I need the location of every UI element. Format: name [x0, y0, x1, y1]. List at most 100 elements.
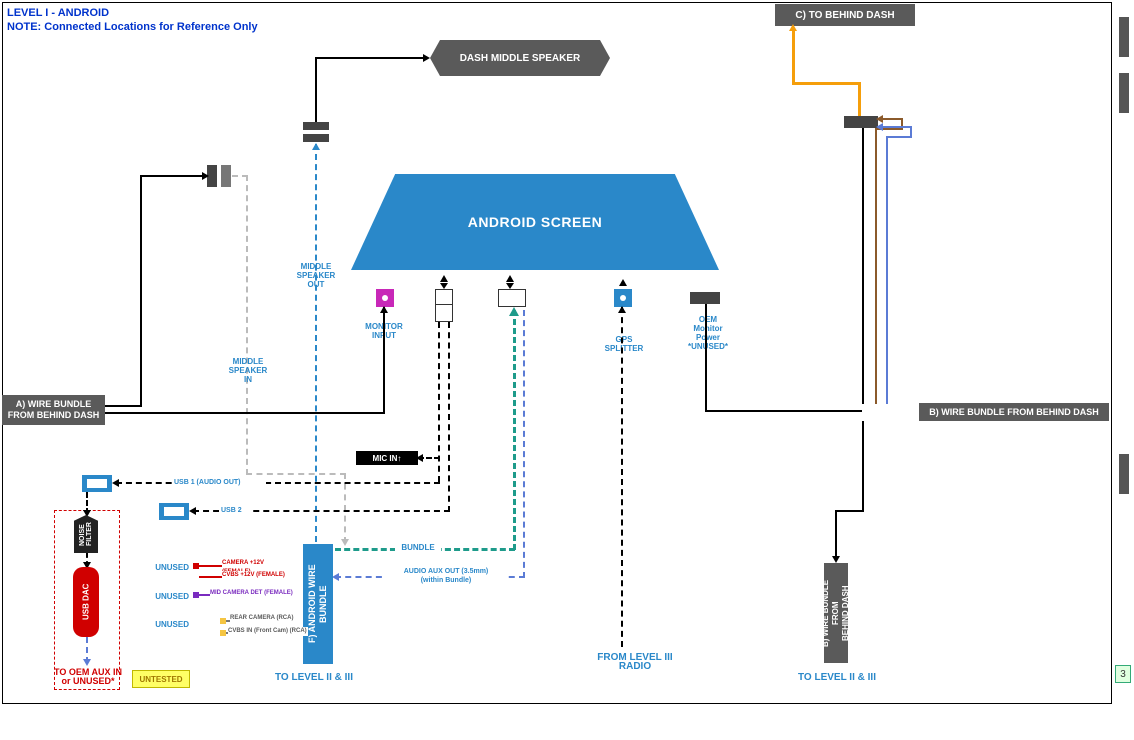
untested-badge: UNTESTED — [132, 670, 190, 688]
wire-black — [315, 57, 317, 122]
to-behind-dash-box: C) TO BEHIND DASH — [775, 4, 915, 26]
page: LEVEL I - ANDROID NOTE: Connected Locati… — [0, 0, 1134, 740]
to-oem-aux-label: TO OEM AUX IN or UNUSED* — [44, 668, 132, 686]
arrow-down-icon — [832, 556, 840, 563]
arrow-right-icon — [202, 172, 209, 180]
dash-middle-speaker: DASH MIDDLE SPEAKER — [430, 40, 610, 76]
wire-dashed-black — [116, 482, 440, 484]
usb1-label: USB 1 (AUDIO OUT) — [172, 478, 266, 487]
wire-blue — [886, 136, 912, 138]
to-level-right: TO LEVEL II & III — [798, 672, 876, 683]
scroll-indicator — [1119, 73, 1129, 113]
screen-port-b — [498, 289, 526, 307]
arrow-up-icon — [380, 306, 388, 313]
usb-dac: USB DAC — [73, 567, 99, 637]
arrow-down-icon — [440, 283, 448, 289]
unused-label: UNUSED — [149, 620, 189, 629]
usb2-label: USB 2 — [219, 506, 253, 515]
arrow-up-icon — [440, 275, 448, 282]
usb2-port — [159, 503, 189, 520]
wire-bundle-a-bar: A) WIRE BUNDLE FROM BEHIND DASH — [2, 395, 105, 425]
connector-block — [844, 116, 878, 128]
wire-black — [140, 175, 142, 407]
wire-black — [862, 421, 864, 511]
arrow-up-icon — [312, 143, 320, 150]
middle-speaker-out-plug — [303, 122, 329, 142]
wire-blue — [886, 136, 888, 404]
midcam-label: MID CAMERA DET (FEMALE) — [210, 589, 300, 598]
header-note: LEVEL I - ANDROID NOTE: Connected Locati… — [7, 6, 258, 34]
android-screen: ANDROID SCREEN — [351, 174, 719, 270]
mic-in-label: MIC IN↑ — [356, 451, 418, 465]
wire-black — [315, 57, 425, 59]
usb1-port — [82, 475, 112, 492]
arrow-down-icon — [341, 539, 349, 546]
unused-label: UNUSED — [149, 563, 189, 572]
wire-dashed-black — [621, 307, 623, 647]
arrow-up-icon — [619, 279, 627, 286]
arrow-left-icon — [189, 507, 196, 515]
scroll-indicator — [1119, 17, 1129, 57]
oem-monitor-power-plug — [690, 292, 720, 304]
arrow-left-icon — [876, 115, 883, 123]
wire-orange — [858, 82, 861, 116]
wire-dashed-black — [448, 322, 450, 512]
arrow-down-icon — [506, 283, 514, 289]
arrow-left-icon — [112, 479, 119, 487]
noise-filter: NOISE FILTER — [74, 515, 98, 553]
wire-black — [862, 128, 864, 404]
wire-black — [705, 304, 707, 412]
arrow-up-icon — [509, 307, 519, 316]
to-level-left: TO LEVEL II & III — [275, 672, 353, 683]
wire-orange — [792, 28, 795, 84]
wire-dashed-gray — [232, 175, 248, 177]
bundle-label: BUNDLE — [395, 543, 441, 552]
unused-label: UNUSED — [149, 592, 189, 601]
middle-speaker-in-label: MIDDLE SPEAKER IN — [225, 357, 271, 384]
usb-dac-label: USB DAC — [82, 584, 91, 620]
bar-a-line1: A) WIRE BUNDLE — [16, 399, 92, 410]
screen-port-a2 — [435, 304, 453, 322]
gps-splitter-label: GPS SPLITTER — [603, 335, 645, 353]
rearcam-label: REAR CAMERA (RCA) — [230, 614, 300, 623]
arrow-up-icon — [618, 306, 626, 313]
wire-black — [140, 175, 206, 177]
oem-monitor-power-label: OEM Monitor Power *UNUSED* — [688, 315, 728, 351]
monitor-input-port — [376, 289, 394, 307]
arrow-up-icon — [789, 24, 797, 31]
wire-dashed-midblue — [523, 310, 525, 578]
audio-aux-label: AUDIO AUX OUT (3.5mm) (within Bundle) — [386, 567, 506, 585]
arrow-right-icon — [423, 54, 430, 62]
wire-bundle-b-vertical: B) WIRE BUNDLE FROM BEHIND DASH — [824, 563, 848, 663]
wire-black — [835, 510, 837, 560]
wire-black — [105, 412, 385, 414]
wire-bundle-b-bar: B) WIRE BUNDLE FROM BEHIND DASH — [919, 403, 1109, 421]
page-side-icon — [1115, 665, 1131, 683]
plug-gray-light — [221, 165, 231, 187]
from-level3-label: FROM LEVEL III RADIO — [590, 653, 680, 671]
wire-brown — [875, 128, 877, 404]
header-line2: NOTE: Connected Locations for Reference … — [7, 20, 258, 34]
fbundle-label: F) ANDROID WIRE BUNDLE — [307, 565, 329, 644]
wire-black — [105, 405, 141, 407]
middle-speaker-out-label: MIDDLE SPEAKER OUT — [293, 262, 339, 289]
wire-dashed-gray — [246, 175, 248, 475]
wire-black — [383, 307, 385, 412]
header-line1: LEVEL I - ANDROID — [7, 6, 258, 20]
arrow-left-icon — [332, 573, 339, 581]
arrow-up-icon — [506, 275, 514, 282]
wire-blue — [879, 126, 912, 128]
bundle-b-label: B) WIRE BUNDLE FROM BEHIND DASH — [821, 579, 851, 646]
wire-black — [705, 410, 862, 412]
wire-orange — [792, 82, 860, 85]
cvbs12v-label: CVBS +12V (FEMALE) — [222, 571, 292, 580]
gps-splitter-port — [614, 289, 632, 307]
scroll-indicator — [1119, 454, 1129, 494]
wire-dashed-gray — [246, 473, 346, 475]
arrow-down-icon — [83, 659, 91, 666]
cvbs-in-label: CVBS IN (Front Cam) (RCA) — [228, 627, 308, 636]
arrow-left-icon — [876, 123, 883, 131]
bar-a-line2: FROM BEHIND DASH — [8, 410, 100, 421]
wire-dashed-teal — [513, 310, 516, 550]
wire-black — [835, 510, 864, 512]
